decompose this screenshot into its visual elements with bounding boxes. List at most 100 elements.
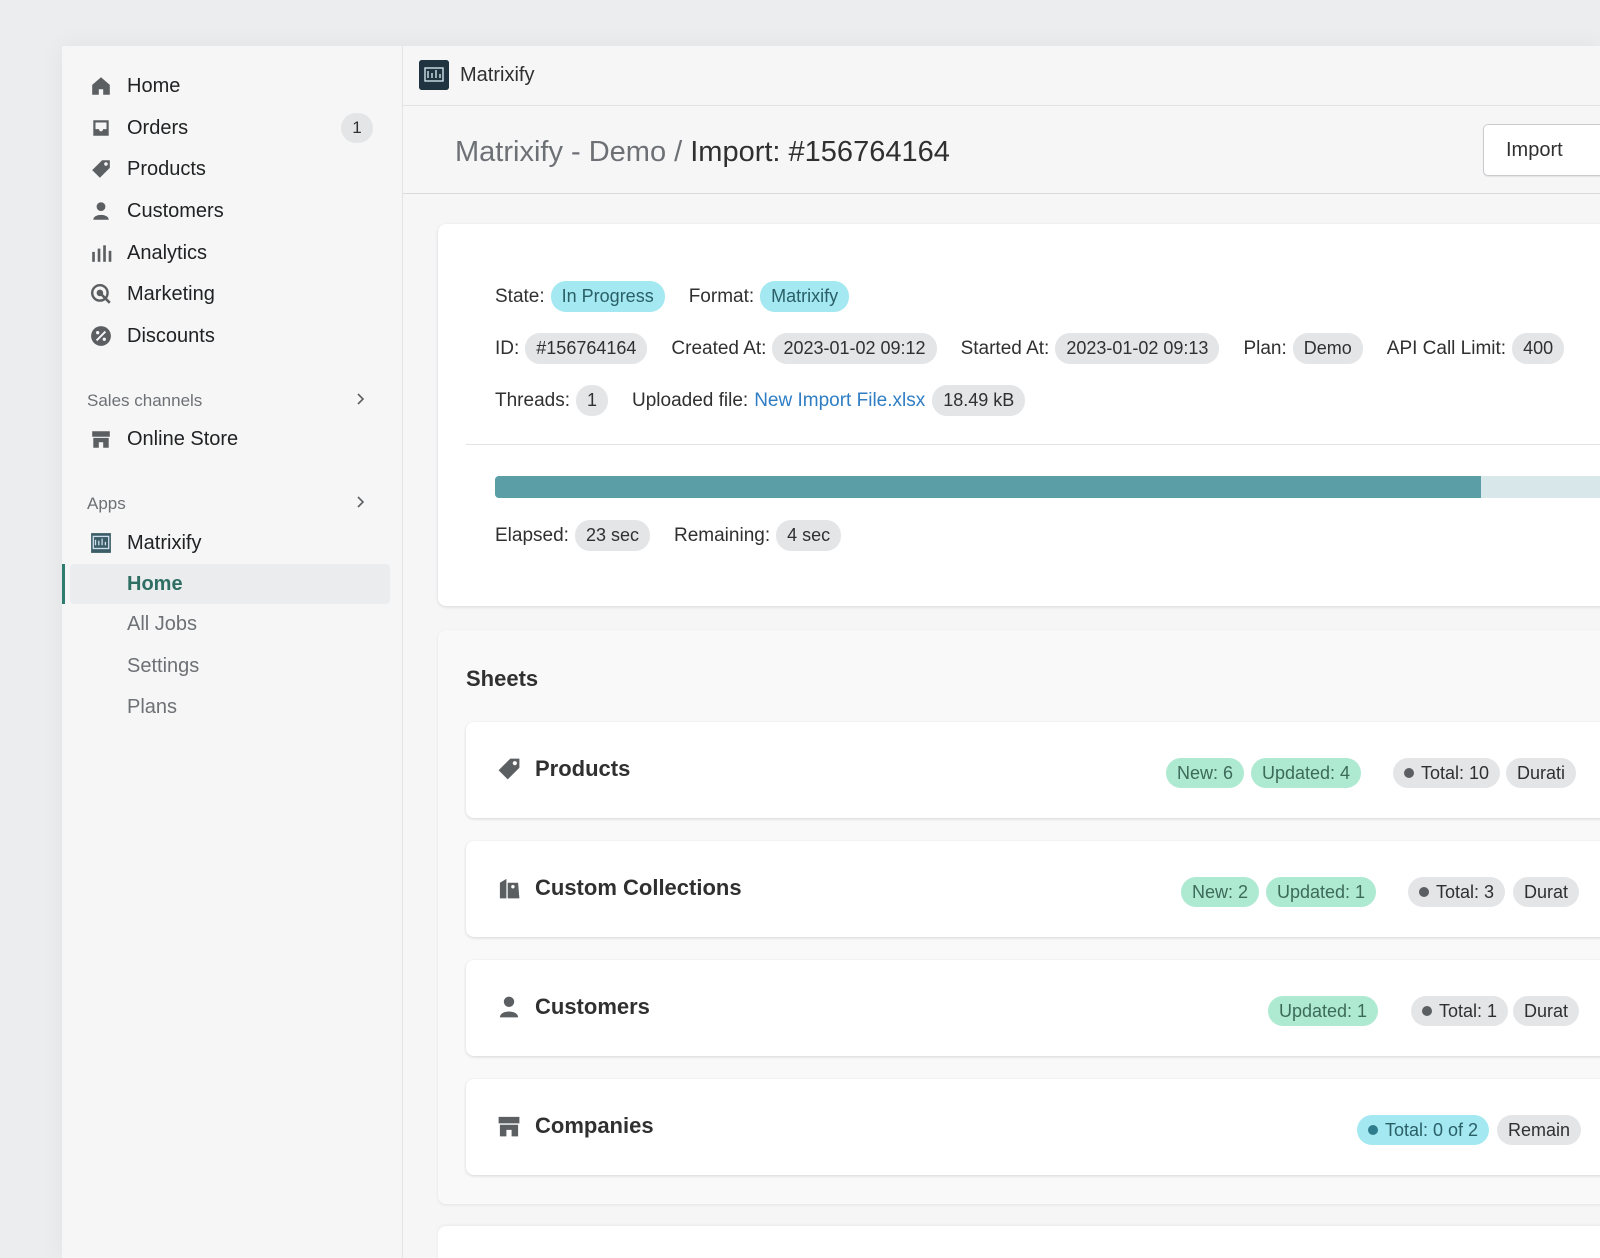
sidebar-item-label: Online Store xyxy=(127,427,239,450)
divider xyxy=(466,444,1600,445)
job-row-state: State: In Progress Format: Matrixify xyxy=(495,281,873,312)
sidebar-subitem-label: Home xyxy=(127,572,183,595)
person-icon xyxy=(93,202,109,220)
sales-channels-heading: Sales channels xyxy=(87,391,203,410)
remaining-badge: 4 sec xyxy=(776,520,842,551)
sidebar-subitem-plans[interactable]: Plans xyxy=(70,687,390,727)
threads-label: Threads: xyxy=(495,389,570,411)
job-details-card: State: In Progress Format: Matrixify ID:… xyxy=(438,224,1600,606)
matrixify-app-icon xyxy=(91,533,111,553)
sidebar-item-label: Matrixify xyxy=(127,531,202,554)
sheet-name: Companies xyxy=(535,1113,654,1138)
sidebar-item-label: Products xyxy=(127,157,206,180)
in-progress-dot-icon xyxy=(1368,1125,1378,1135)
apps-heading: Apps xyxy=(87,494,126,513)
id-badge: #156764164 xyxy=(525,333,648,364)
sheet-row-custom-collections[interactable]: Custom Collections New: 2 Updated: 1 Tot… xyxy=(466,841,1600,937)
plan-label: Plan: xyxy=(1243,337,1287,359)
sidebar-item-customers[interactable]: Customers xyxy=(62,191,392,231)
elapsed-label: Elapsed: xyxy=(495,524,569,546)
import-button[interactable]: Import xyxy=(1483,124,1600,176)
status-dot-icon xyxy=(1404,768,1414,778)
started-label: Started At: xyxy=(960,337,1050,359)
active-indicator xyxy=(62,564,65,604)
total-count-text: Total: 1 xyxy=(1439,1001,1498,1021)
sidebar-subitem-label: Plans xyxy=(127,695,178,718)
progress-bar xyxy=(495,476,1600,498)
sidebar-item-home[interactable]: Home xyxy=(62,66,392,106)
duration-badge: Durati xyxy=(1506,758,1577,788)
bar-chart-icon xyxy=(92,245,112,262)
created-label: Created At: xyxy=(671,337,767,359)
plan-badge: Demo xyxy=(1292,333,1363,364)
matrixify-logo-icon xyxy=(419,60,449,90)
sidebar-subitem-all-jobs[interactable]: All Jobs xyxy=(70,604,390,644)
sidebar: Home Orders 1 Products Customers Analyti… xyxy=(62,46,403,1258)
sidebar-item-matrixify[interactable]: Matrixify xyxy=(62,523,392,563)
page-header: Matrixify - Demo / Import: #156764164 Im… xyxy=(403,106,1600,194)
sheet-row-customers[interactable]: Customers Updated: 1 Total: 1 Durat xyxy=(466,960,1600,1056)
store-icon xyxy=(92,431,110,448)
sidebar-item-label: Orders xyxy=(127,116,189,139)
sidebar-item-online-store[interactable]: Online Store xyxy=(62,419,392,459)
sheets-card: Sheets Products New: 6 Updated: 4 Total:… xyxy=(438,630,1600,1204)
total-progress-badge: Total: 0 of 2 xyxy=(1357,1115,1490,1145)
sidebar-item-products[interactable]: Products xyxy=(62,149,392,189)
breadcrumb-separator: / xyxy=(666,136,691,168)
sidebar-subitem-settings[interactable]: Settings xyxy=(70,646,390,686)
new-count-badge: New: 6 xyxy=(1166,758,1245,788)
home-icon xyxy=(92,77,110,95)
tag-icon xyxy=(92,160,110,178)
chevron-right-icon[interactable] xyxy=(354,392,368,406)
state-badge: In Progress xyxy=(550,281,665,312)
sidebar-item-analytics[interactable]: Analytics xyxy=(62,233,392,273)
format-label: Format: xyxy=(688,285,755,307)
sheets-heading: Sheets xyxy=(466,666,539,691)
id-label: ID: xyxy=(495,337,520,359)
orders-icon xyxy=(93,120,109,136)
sidebar-item-orders[interactable]: Orders 1 xyxy=(62,108,392,148)
status-dot-icon xyxy=(1422,1006,1432,1016)
job-row-meta: ID: #156764164 Created At: 2023-01-02 09… xyxy=(495,333,1588,364)
sidebar-item-discounts[interactable]: Discounts xyxy=(62,316,392,356)
app-title: Matrixify xyxy=(460,64,535,86)
sheet-name: Custom Collections xyxy=(535,875,742,900)
sheet-row-companies[interactable]: Companies Total: 0 of 2 Remain xyxy=(466,1079,1600,1175)
sidebar-subitem-label: Settings xyxy=(127,654,200,677)
target-icon xyxy=(90,283,111,304)
sidebar-subitem-home[interactable]: Home xyxy=(70,564,390,604)
total-count-text: Total: 0 of 2 xyxy=(1385,1120,1479,1140)
api-limit-badge: 400 xyxy=(1512,333,1565,364)
uploaded-file-link[interactable]: New Import File.xlsx xyxy=(754,390,925,412)
app-shell: Home Orders 1 Products Customers Analyti… xyxy=(62,46,1600,1258)
status-dot-icon xyxy=(1419,887,1429,897)
app-topbar: Matrixify xyxy=(403,46,1600,106)
store-icon xyxy=(498,1116,520,1137)
sidebar-item-marketing[interactable]: Marketing xyxy=(62,274,392,314)
breadcrumb: Matrixify - Demo / Import: #156764164 xyxy=(455,136,950,169)
state-label: State: xyxy=(495,285,545,307)
page-title: Import: #156764164 xyxy=(690,136,950,168)
progress-fill xyxy=(495,476,1481,498)
api-limit-label: API Call Limit: xyxy=(1386,337,1507,359)
threads-badge: 1 xyxy=(575,385,608,416)
sidebar-item-label: Home xyxy=(127,74,181,97)
started-badge: 2023-01-02 09:13 xyxy=(1055,333,1220,364)
sidebar-item-label: Customers xyxy=(127,199,224,222)
sheet-name: Products xyxy=(535,756,631,781)
breadcrumb-parent[interactable]: Matrixify - Demo xyxy=(455,136,666,168)
tag-icon xyxy=(498,758,520,780)
sheet-row-products[interactable]: Products New: 6 Updated: 4 Total: 10 Dur… xyxy=(466,722,1600,818)
orders-count-badge: 1 xyxy=(341,113,373,143)
total-count-text: Total: 3 xyxy=(1436,882,1495,902)
next-card xyxy=(438,1226,1600,1258)
updated-count-badge: Updated: 1 xyxy=(1268,996,1379,1026)
total-count-badge: Total: 10 xyxy=(1393,758,1501,788)
uploaded-file-label: Uploaded file: xyxy=(632,389,749,411)
updated-count-badge: Updated: 1 xyxy=(1266,877,1377,907)
chevron-right-icon[interactable] xyxy=(354,495,368,509)
person-icon xyxy=(499,996,519,1018)
job-row-file: Threads: 1 Uploaded file: New Import Fil… xyxy=(495,385,1049,416)
sidebar-subitem-label: All Jobs xyxy=(127,612,198,635)
new-count-badge: New: 2 xyxy=(1181,877,1260,907)
